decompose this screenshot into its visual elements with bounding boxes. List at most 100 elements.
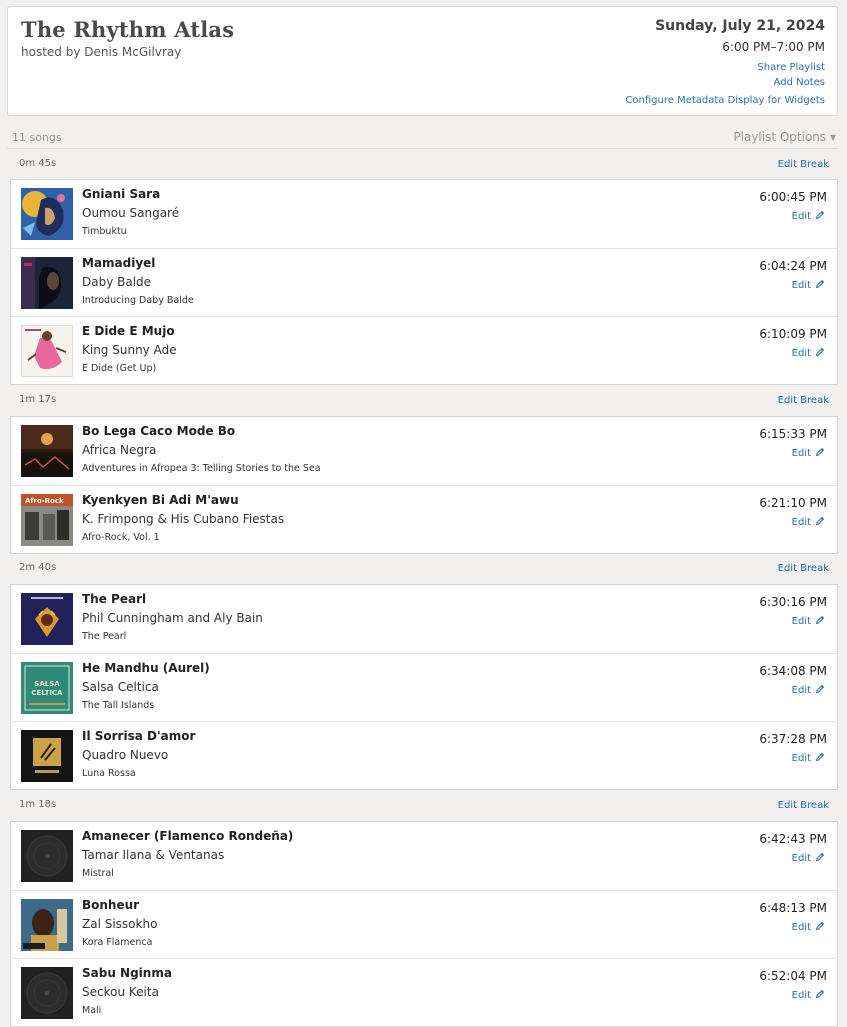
song-group: The Pearl Phil Cunningham and Aly Bain T… bbox=[10, 584, 838, 790]
song-album: The Tall Islands bbox=[82, 700, 155, 711]
edit-song-button[interactable]: Edit bbox=[792, 989, 825, 1001]
song-time: 6:10:09 PM bbox=[759, 327, 827, 341]
song-title: Gniani Sara bbox=[82, 187, 161, 201]
edit-song-button[interactable]: Edit bbox=[792, 210, 825, 222]
song-row[interactable]: Mamadiyel Daby Balde Introducing Daby Ba… bbox=[11, 248, 837, 316]
edit-break-button[interactable]: Edit Break bbox=[778, 159, 829, 170]
song-artist: Seckou Keita bbox=[82, 985, 159, 999]
show-header: The Rhythm Atlas hosted by Denis McGilvr… bbox=[7, 6, 838, 116]
album-art bbox=[21, 730, 73, 782]
edit-label: Edit bbox=[791, 753, 811, 764]
song-title: E Dide E Mujo bbox=[82, 324, 175, 338]
song-artist: Daby Balde bbox=[82, 275, 152, 289]
edit-break-button[interactable]: Edit Break bbox=[778, 395, 829, 406]
song-title: Mamadiyel bbox=[82, 256, 156, 270]
album-art-text: SALSA bbox=[34, 680, 60, 688]
pencil-icon bbox=[815, 989, 825, 999]
album-art: SALSA CELTICA bbox=[21, 662, 73, 714]
song-title: Il Sorrisa D'amor bbox=[82, 729, 196, 743]
song-row[interactable]: The Pearl Phil Cunningham and Aly Bain T… bbox=[11, 585, 837, 653]
edit-label: Edit bbox=[791, 280, 811, 291]
edit-break-button[interactable]: Edit Break bbox=[778, 563, 829, 574]
song-time: 6:48:13 PM bbox=[759, 901, 827, 915]
edit-song-button[interactable]: Edit bbox=[792, 516, 825, 528]
song-row[interactable]: Gniani Sara Oumou Sangaré Timbuktu 6:00:… bbox=[11, 180, 837, 248]
configure-metadata-link[interactable]: Configure Metadata Display for Widgets bbox=[625, 95, 825, 106]
edit-song-button[interactable]: Edit bbox=[792, 852, 825, 864]
album-art-placeholder bbox=[21, 830, 73, 882]
break-duration: 2m 40s bbox=[19, 562, 57, 573]
song-row[interactable]: Amanecer (Flamenco Rondeña) Tamar Ilana … bbox=[11, 822, 837, 890]
playlist-options-dropdown[interactable]: Playlist Options ▾ bbox=[733, 130, 836, 144]
song-album: Kora Flamenca bbox=[82, 937, 153, 948]
album-art bbox=[21, 593, 73, 645]
pencil-icon bbox=[815, 921, 825, 931]
host-name: hosted by Denis McGilvray bbox=[21, 45, 182, 59]
song-artist: Salsa Celtica bbox=[82, 680, 159, 694]
song-row[interactable]: SALSA CELTICA He Mandhu (Aurel) Salsa Ce… bbox=[11, 653, 837, 721]
add-notes-link[interactable]: Add Notes bbox=[774, 77, 825, 88]
edit-song-button[interactable]: Edit bbox=[792, 684, 825, 696]
pencil-icon bbox=[815, 447, 825, 457]
edit-song-button[interactable]: Edit bbox=[792, 752, 825, 764]
album-art-text: Afro-Rock bbox=[25, 497, 64, 505]
edit-song-button[interactable]: Edit bbox=[792, 279, 825, 291]
song-row[interactable]: E Dide E Mujo King Sunny Ade E Dide (Get… bbox=[11, 316, 837, 384]
song-time: 6:15:33 PM bbox=[759, 427, 827, 441]
song-title: Bonheur bbox=[82, 898, 140, 912]
song-album: E Dide (Get Up) bbox=[82, 363, 157, 374]
song-artist: Quadro Nuevo bbox=[82, 748, 169, 762]
edit-label: Edit bbox=[791, 990, 811, 1001]
song-title: Bo Lega Caco Mode Bo bbox=[82, 424, 236, 438]
edit-label: Edit bbox=[791, 517, 811, 528]
song-album: Introducing Daby Balde bbox=[82, 295, 194, 306]
pencil-icon bbox=[815, 516, 825, 526]
pencil-icon bbox=[815, 615, 825, 625]
pencil-icon bbox=[815, 852, 825, 862]
song-group: Amanecer (Flamenco Rondeña) Tamar Ilana … bbox=[10, 821, 838, 1027]
song-title: The Pearl bbox=[82, 592, 147, 606]
song-artist: Africa Negra bbox=[82, 443, 157, 457]
song-artist: Oumou Sangaré bbox=[82, 206, 180, 220]
song-album: Mali bbox=[82, 1005, 102, 1016]
song-title: Sabu Nginma bbox=[82, 966, 172, 980]
song-row[interactable]: Il Sorrisa D'amor Quadro Nuevo Luna Ross… bbox=[11, 721, 837, 789]
song-row[interactable]: Bo Lega Caco Mode Bo Africa Negra Advent… bbox=[11, 417, 837, 485]
album-art bbox=[21, 257, 73, 309]
show-time-range: 6:00 PM–7:00 PM bbox=[722, 40, 825, 54]
edit-break-button[interactable]: Edit Break bbox=[778, 800, 829, 811]
song-row[interactable]: Sabu Nginma Seckou Keita Mali 6:52:04 PM… bbox=[11, 958, 837, 1026]
song-artist: Tamar Ilana & Ventanas bbox=[82, 848, 225, 862]
break-row: 1m 18s Edit Break bbox=[7, 791, 838, 819]
album-art bbox=[21, 899, 73, 951]
song-group: Bo Lega Caco Mode Bo Africa Negra Advent… bbox=[10, 416, 838, 554]
edit-song-button[interactable]: Edit bbox=[792, 615, 825, 627]
edit-song-button[interactable]: Edit bbox=[792, 447, 825, 459]
song-row[interactable]: Afro-Rock Kyenkyen Bi Adi M'awu K. Frimp… bbox=[11, 485, 837, 553]
edit-label: Edit bbox=[791, 685, 811, 696]
song-time: 6:42:43 PM bbox=[759, 832, 827, 846]
song-artist: K. Frimpong & His Cubano Fiestas bbox=[82, 512, 285, 526]
pencil-icon bbox=[815, 279, 825, 289]
edit-song-button[interactable]: Edit bbox=[792, 347, 825, 359]
show-title: The Rhythm Atlas bbox=[21, 17, 235, 42]
break-duration: 1m 18s bbox=[19, 799, 57, 810]
song-row[interactable]: Bonheur Zal Sissokho Kora Flamenca 6:48:… bbox=[11, 890, 837, 958]
song-album: Timbuktu bbox=[82, 226, 127, 237]
pencil-icon bbox=[815, 347, 825, 357]
album-art bbox=[21, 325, 73, 377]
show-date: Sunday, July 21, 2024 bbox=[655, 18, 825, 34]
song-time: 6:00:45 PM bbox=[759, 190, 827, 204]
song-title: Amanecer (Flamenco Rondeña) bbox=[82, 829, 294, 843]
edit-song-button[interactable]: Edit bbox=[792, 921, 825, 933]
pencil-icon bbox=[815, 210, 825, 220]
edit-label: Edit bbox=[791, 348, 811, 359]
song-time: 6:52:04 PM bbox=[759, 969, 827, 983]
edit-label: Edit bbox=[791, 616, 811, 627]
album-art-placeholder bbox=[21, 967, 73, 1019]
share-playlist-link[interactable]: Share Playlist bbox=[757, 62, 825, 73]
edit-label: Edit bbox=[791, 853, 811, 864]
edit-label: Edit bbox=[791, 211, 811, 222]
album-art bbox=[21, 188, 73, 240]
break-row: 0m 45s Edit Break bbox=[7, 150, 838, 178]
